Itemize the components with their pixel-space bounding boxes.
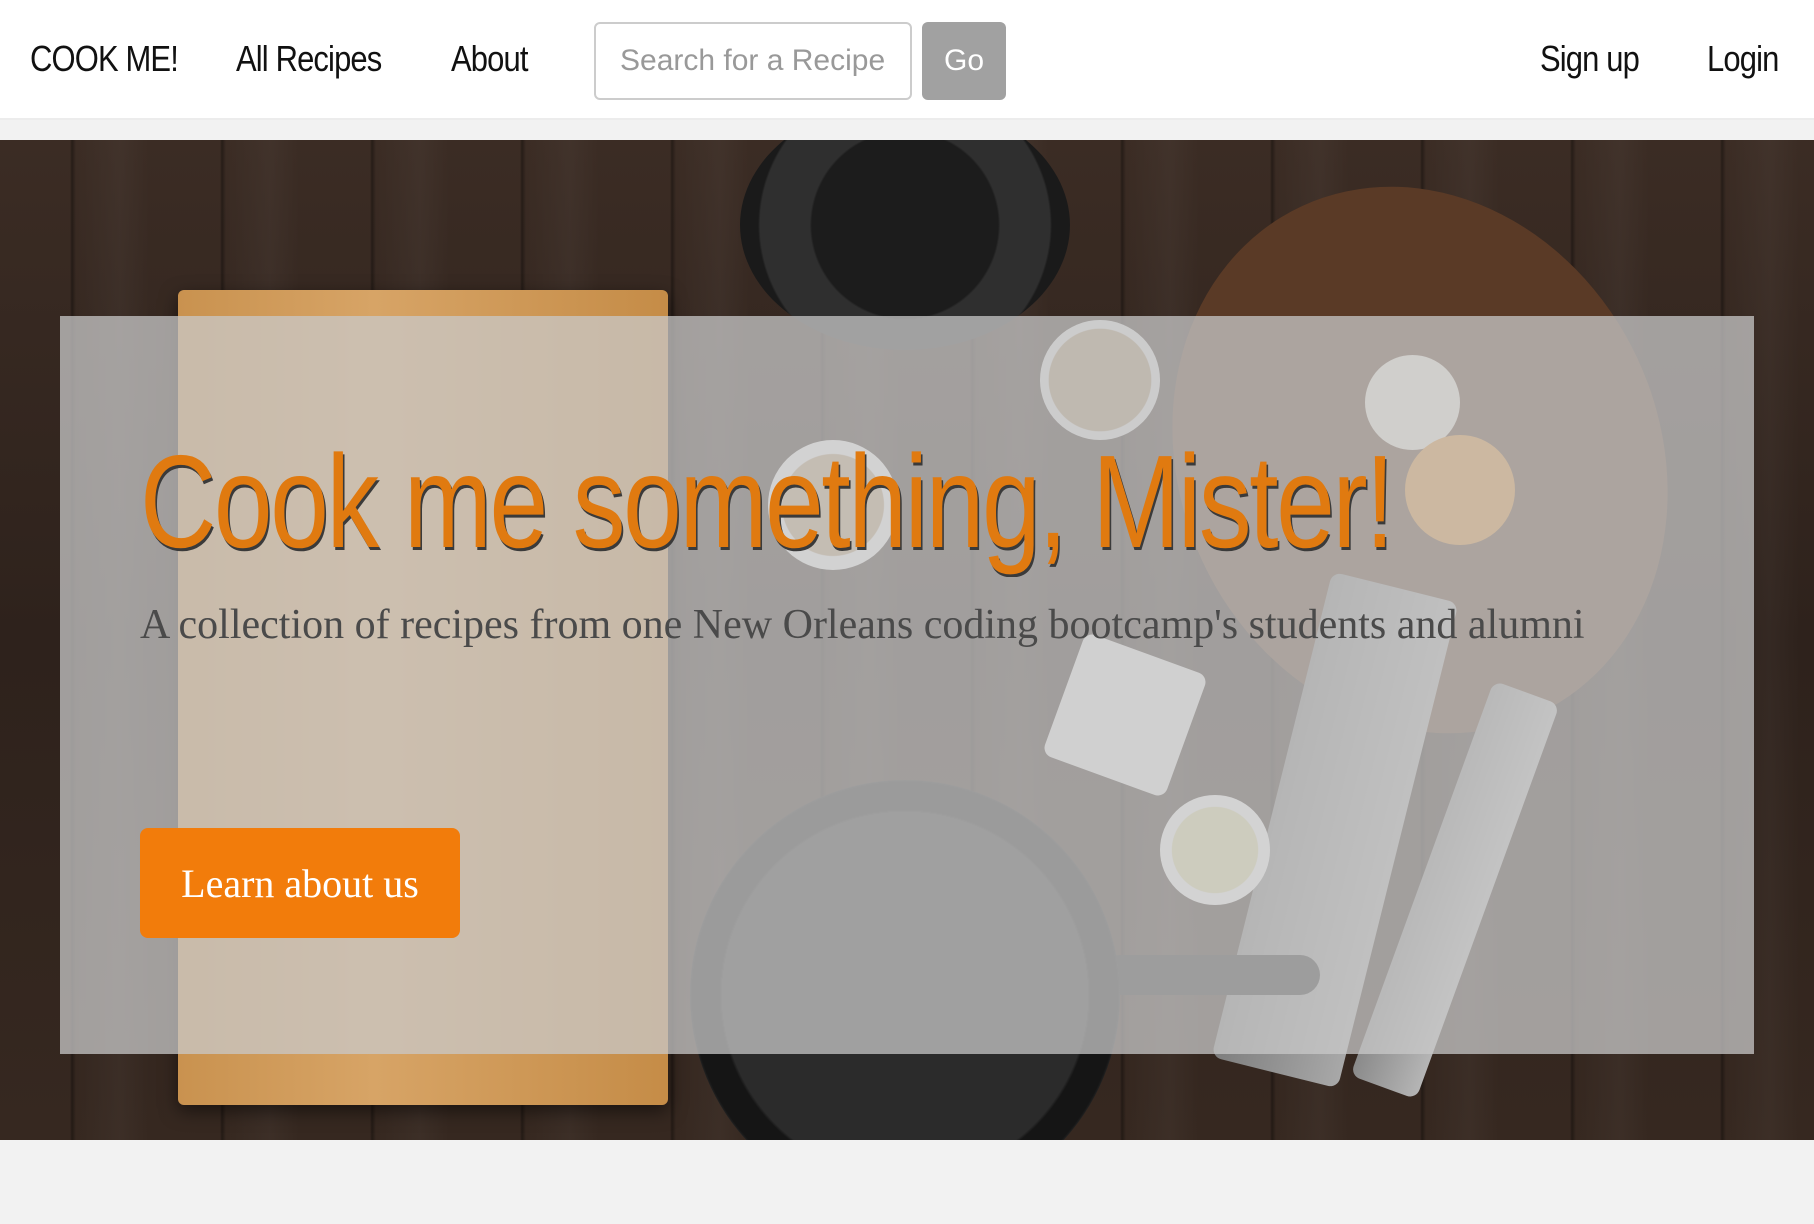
- nav-all-recipes-link[interactable]: All Recipes: [236, 38, 382, 80]
- top-navbar: COOK ME! All Recipes About Go Sign up Lo…: [0, 0, 1814, 120]
- search-go-button[interactable]: Go: [922, 22, 1006, 100]
- login-link[interactable]: Login: [1707, 38, 1779, 80]
- learn-about-us-button[interactable]: Learn about us: [140, 828, 460, 938]
- nav-about-link[interactable]: About: [451, 38, 528, 80]
- brand-link[interactable]: COOK ME!: [30, 38, 179, 80]
- recipe-search-input[interactable]: [594, 22, 912, 100]
- hero-banner: Cook me something, Mister! A collection …: [0, 140, 1814, 1140]
- hero-panel: Cook me something, Mister! A collection …: [60, 316, 1754, 1054]
- hero-title: Cook me something, Mister!: [140, 428, 1395, 575]
- hero-subtitle: A collection of recipes from one New Orl…: [140, 602, 1585, 648]
- sign-up-link[interactable]: Sign up: [1540, 38, 1640, 80]
